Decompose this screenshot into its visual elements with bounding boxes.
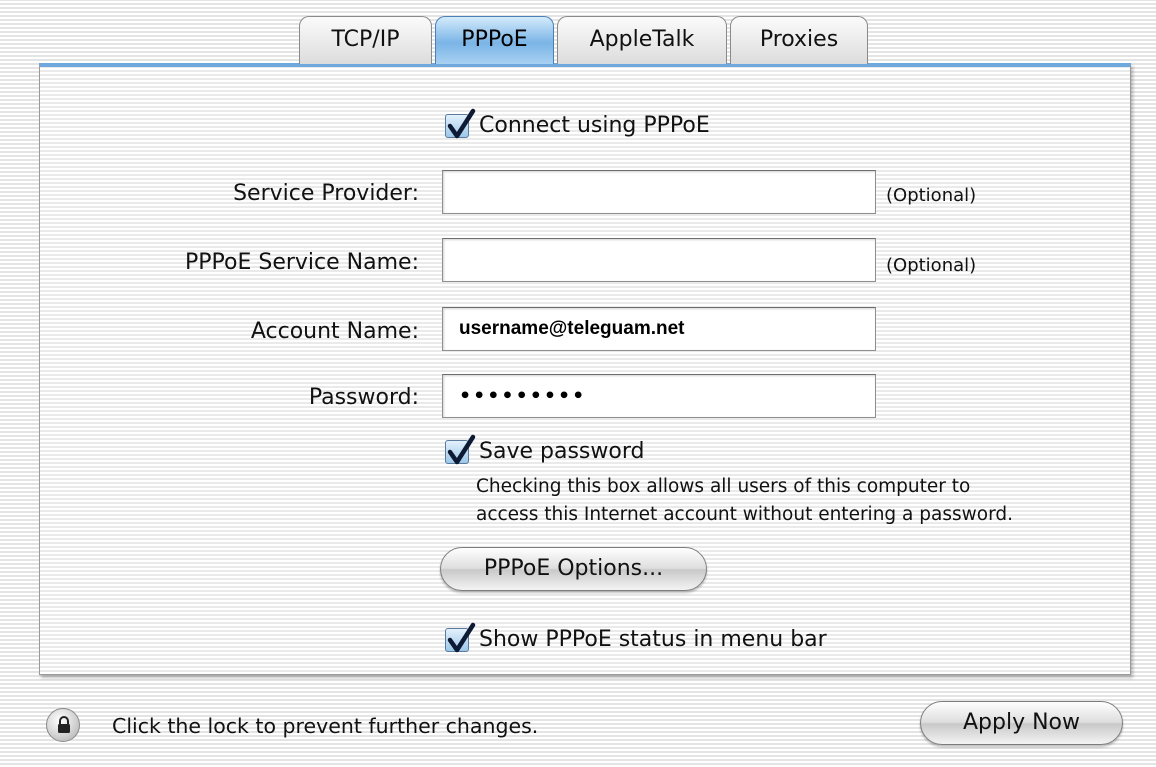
save-password-note: Checking this box allows all users of th…	[476, 473, 1013, 529]
save-password-label: Save password	[479, 439, 645, 464]
checkmark-icon	[447, 622, 476, 653]
service-provider-optional-hint: (Optional)	[886, 185, 977, 206]
lock-icon	[58, 716, 70, 733]
password-label: Password:	[308, 385, 419, 410]
service-provider-label: Service Provider:	[233, 181, 419, 206]
tab-tcpip[interactable]: TCP/IP	[299, 16, 432, 64]
tab-pppoe[interactable]: PPPoE	[435, 16, 554, 64]
service-name-field[interactable]	[442, 238, 876, 282]
tab-bar: TCP/IP PPPoE AppleTalk Proxies	[299, 16, 868, 64]
checkmark-icon	[447, 108, 476, 139]
account-name-label: Account Name:	[250, 319, 419, 344]
service-name-optional-hint: (Optional)	[886, 255, 977, 276]
save-password-checkbox[interactable]	[445, 434, 476, 465]
show-status-label: Show PPPoE status in menu bar	[479, 627, 827, 652]
connect-pppoe-checkbox[interactable]	[445, 108, 476, 139]
password-field[interactable]: •••••••••	[442, 374, 876, 418]
save-password-note-line2: access this Internet account without ent…	[476, 504, 1013, 525]
service-name-label: PPPoE Service Name:	[185, 250, 419, 275]
tab-appletalk[interactable]: AppleTalk	[557, 16, 727, 64]
apply-now-button[interactable]: Apply Now	[920, 701, 1123, 745]
checkmark-icon	[447, 434, 476, 465]
service-provider-field[interactable]	[442, 170, 876, 214]
lock-button[interactable]	[46, 708, 80, 742]
connect-pppoe-label: Connect using PPPoE	[479, 113, 710, 138]
save-password-note-line1: Checking this box allows all users of th…	[476, 476, 971, 497]
pppoe-options-button[interactable]: PPPoE Options...	[440, 547, 707, 591]
account-name-field[interactable]: username@teleguam.net	[442, 307, 876, 351]
tab-proxies[interactable]: Proxies	[730, 16, 868, 64]
show-status-checkbox[interactable]	[445, 622, 476, 653]
lock-status-text: Click the lock to prevent further change…	[112, 714, 539, 738]
